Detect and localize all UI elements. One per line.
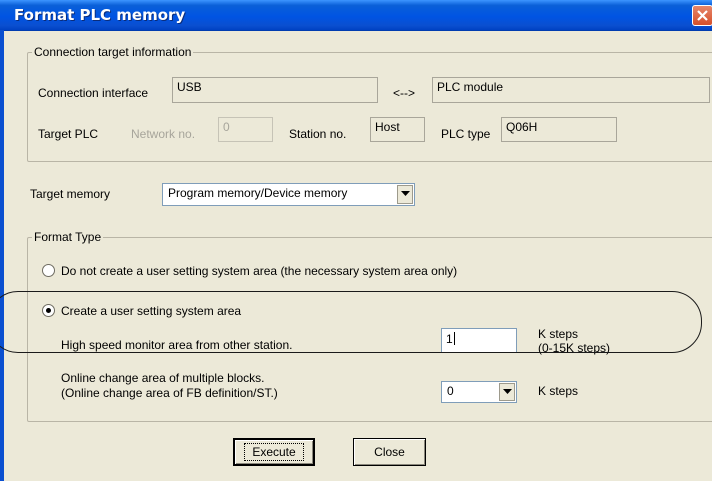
online-change-unit: K steps xyxy=(538,384,579,398)
online-change-label-line1: Online change area of multiple blocks. xyxy=(61,371,265,385)
station-no-label: Station no. xyxy=(289,127,347,141)
target-plc-label: Target PLC xyxy=(38,127,99,141)
connection-interface-label: Connection interface xyxy=(38,86,149,100)
execute-button[interactable]: Execute xyxy=(233,438,315,466)
close-icon xyxy=(697,10,708,21)
plc-type-label: PLC type xyxy=(441,127,491,141)
window-title: Format PLC memory xyxy=(14,6,186,24)
execute-button-label: Execute xyxy=(244,443,304,461)
online-change-label-line2: (Online change area of FB definition/ST.… xyxy=(61,386,278,400)
hs-monitor-input[interactable]: 1 xyxy=(441,328,517,353)
online-change-dropdown-button[interactable] xyxy=(499,383,515,401)
hs-monitor-unit: K steps xyxy=(538,327,579,341)
plc-module-field: PLC module xyxy=(432,77,710,103)
connection-interface-field: USB xyxy=(172,77,378,103)
hs-monitor-value: 1 xyxy=(446,332,453,346)
target-memory-select[interactable]: Program memory/Device memory xyxy=(162,183,415,206)
hs-monitor-range: (0-15K steps) xyxy=(538,341,611,355)
target-memory-dropdown-button[interactable] xyxy=(397,185,413,204)
no-user-area-radio[interactable] xyxy=(42,264,55,277)
text-caret xyxy=(453,332,455,345)
create-user-area-label[interactable]: Create a user setting system area xyxy=(61,304,241,318)
hs-monitor-label: High speed monitor area from other stati… xyxy=(61,338,293,352)
chevron-down-icon xyxy=(401,191,410,196)
close-button-label: Close xyxy=(374,445,405,459)
connection-arrow: <--> xyxy=(393,86,416,100)
no-user-area-label[interactable]: Do not create a user setting system area… xyxy=(61,264,457,278)
online-change-select[interactable]: 0 xyxy=(441,381,517,403)
close-button[interactable]: Close xyxy=(353,438,426,466)
format-type-legend: Format Type xyxy=(34,230,102,244)
connection-target-legend: Connection target information xyxy=(34,45,192,59)
target-memory-label: Target memory xyxy=(30,187,111,201)
window-close-button[interactable] xyxy=(692,5,712,26)
title-bar[interactable]: Format PLC memory xyxy=(0,0,712,31)
chevron-down-icon xyxy=(503,389,512,394)
online-change-value: 0 xyxy=(447,384,454,398)
format-plc-memory-dialog: Format PLC memory Connection target info… xyxy=(0,0,712,481)
connection-target-group: Connection target information xyxy=(27,45,712,162)
network-no-field: 0 xyxy=(218,117,273,142)
create-user-area-radio[interactable] xyxy=(42,304,55,317)
network-no-label: Network no. xyxy=(131,127,196,141)
window-frame xyxy=(0,30,4,481)
target-memory-value: Program memory/Device memory xyxy=(168,186,348,200)
station-no-field: Host xyxy=(370,117,425,142)
radio-selected-dot xyxy=(46,308,51,313)
plc-type-field: Q06H xyxy=(501,117,617,142)
